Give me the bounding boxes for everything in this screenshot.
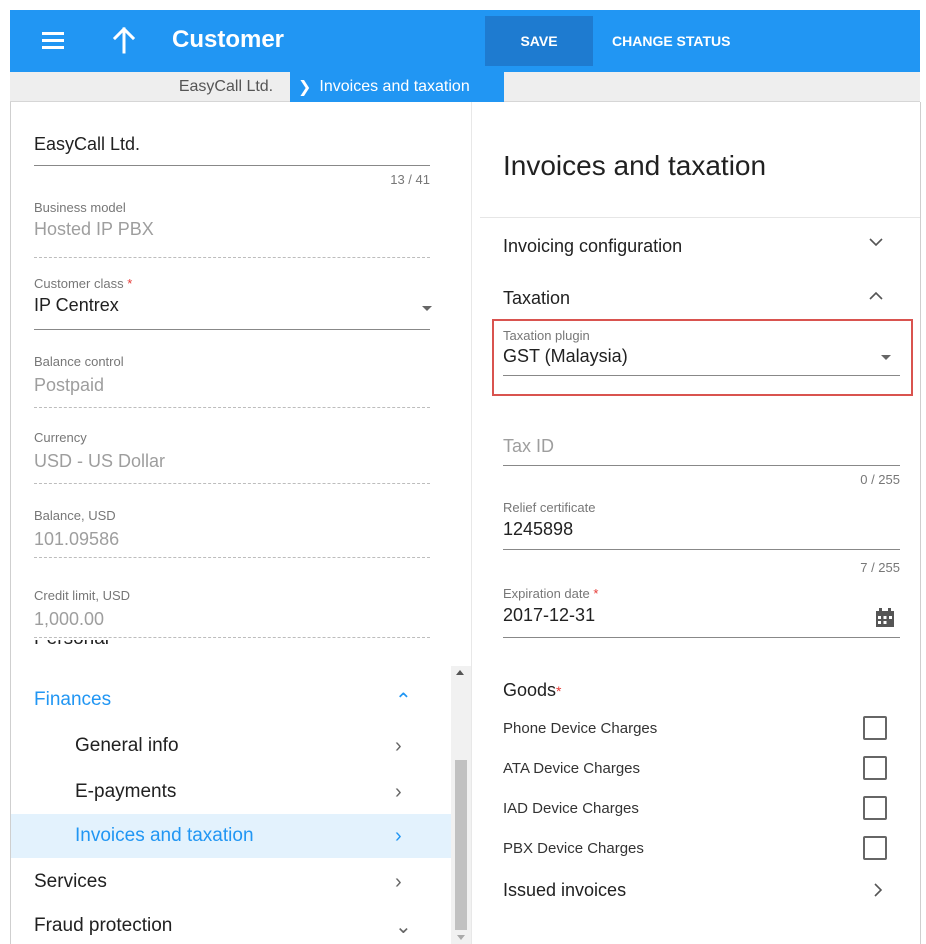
name-char-counter: 13 / 41 [390, 172, 430, 187]
balance-control-value: Postpaid [34, 375, 105, 395]
breadcrumb-current[interactable]: ❯ Invoices and taxation [290, 72, 504, 102]
chevron-right-icon: › [395, 870, 402, 893]
currency-value: USD - US Dollar [34, 451, 166, 471]
scroll-thumb[interactable] [455, 760, 467, 930]
breadcrumb: EasyCall Ltd. ❯ Invoices and taxation [10, 72, 920, 102]
nav-item-invoices-and-taxation[interactable]: Invoices and taxation › [11, 814, 451, 858]
section-title: Invoices and taxation [503, 150, 767, 181]
tax-id-placeholder: Tax ID [503, 436, 555, 456]
arrow-up-icon[interactable] [110, 24, 138, 56]
currency-label: Currency [34, 430, 87, 445]
business-model-value: Hosted IP PBX [34, 219, 154, 239]
nav-item-services-label: Services [34, 871, 107, 892]
page-title: Customer [172, 26, 285, 53]
nav-item-personal-label: Personal [34, 640, 109, 650]
required-asterisk: * [127, 276, 133, 291]
sidebar-nav: Finances ⌃ General info › E-payments › I… [11, 652, 451, 944]
customer-name-field[interactable]: EasyCall Ltd. [34, 134, 430, 166]
chevron-right-icon: › [395, 734, 402, 757]
nav-item-e-payments-label: E-payments [75, 781, 177, 802]
dropdown-arrow-icon [422, 306, 432, 311]
nav-scrollbar[interactable] [451, 666, 471, 944]
frame-border-right [920, 102, 921, 944]
change-status-button[interactable]: CHANGE STATUS [612, 16, 772, 66]
credit-limit-field: Credit limit, USD 1,000.00 [34, 588, 430, 638]
nav-item-general-info-label: General info [75, 735, 179, 756]
relief-certificate-counter: 7 / 255 [860, 560, 900, 575]
customer-name-value: EasyCall Ltd. [34, 134, 141, 154]
nav-item-fraud-protection[interactable]: Fraud protection ⌄ [11, 904, 451, 944]
top-app-bar: Customer SAVE CHANGE STATUS [10, 10, 920, 72]
checkbox[interactable] [863, 756, 887, 780]
taxation-plugin-value: GST (Malaysia) [503, 346, 628, 366]
checkbox[interactable] [863, 836, 887, 860]
chevron-right-icon: ❯ [298, 79, 312, 96]
goods-option-label: Phone Device Charges [503, 720, 658, 737]
balance-label: Balance, USD [34, 508, 116, 523]
divider [480, 217, 920, 218]
chevron-up-icon: ⌃ [395, 689, 412, 712]
customer-class-label: Customer class * [34, 276, 133, 291]
tax-id-counter: 0 / 255 [860, 472, 900, 487]
goods-label: Goods* [503, 680, 562, 700]
scroll-down-arrow-icon[interactable] [457, 935, 465, 940]
dropdown-arrow-icon [881, 355, 891, 360]
breadcrumb-root[interactable]: EasyCall Ltd. [162, 72, 290, 102]
goods-option-iad: IAD Device Charges [503, 796, 903, 822]
business-model-field: Business model Hosted IP PBX [34, 200, 430, 258]
customer-class-value: IP Centrex [34, 295, 119, 315]
save-button[interactable]: SAVE [485, 16, 593, 66]
checkbox[interactable] [863, 796, 887, 820]
chevron-up-icon[interactable] [868, 288, 884, 309]
balance-control-field: Balance control Postpaid [34, 354, 430, 408]
relief-certificate-input[interactable]: Relief certificate 1245898 [503, 500, 900, 550]
balance-control-label: Balance control [34, 354, 124, 369]
currency-field: Currency USD - US Dollar [34, 430, 430, 484]
expiration-date-value: 2017-12-31 [503, 605, 596, 625]
expiration-date-input[interactable]: Expiration date * 2017-12-31 [503, 586, 900, 638]
chevron-right-icon: › [395, 780, 402, 803]
menu-icon[interactable] [42, 30, 66, 52]
issued-invoices-link[interactable]: Issued invoices [503, 880, 626, 901]
required-asterisk: * [556, 683, 562, 699]
taxation-plugin-select[interactable]: Taxation plugin GST (Malaysia) [503, 328, 900, 376]
relief-certificate-value: 1245898 [503, 519, 574, 539]
balance-field: Balance, USD 101.09586 [34, 508, 430, 558]
nav-item-finances-label: Finances [34, 689, 112, 710]
nav-item-fraud-protection-label: Fraud protection [34, 915, 173, 936]
goods-option-label: ATA Device Charges [503, 760, 640, 777]
taxation-plugin-label: Taxation plugin [503, 328, 590, 343]
goods-option-ata: ATA Device Charges [503, 756, 903, 782]
chevron-right-icon: › [395, 824, 402, 847]
scroll-up-arrow-icon[interactable] [456, 670, 464, 675]
customer-class-select[interactable]: Customer class * IP Centrex [34, 276, 432, 330]
calendar-icon[interactable] [875, 608, 895, 633]
goods-option-label: PBX Device Charges [503, 840, 644, 857]
expiration-date-label: Expiration date * [503, 586, 599, 601]
checkbox[interactable] [863, 716, 887, 740]
required-asterisk: * [593, 586, 599, 601]
chevron-down-icon[interactable] [868, 234, 884, 255]
business-model-label: Business model [34, 200, 126, 215]
goods-option-phone: Phone Device Charges [503, 716, 903, 742]
nav-item-finances[interactable]: Finances ⌃ [11, 678, 451, 722]
goods-option-label: IAD Device Charges [503, 800, 639, 817]
goods-option-pbx: PBX Device Charges [503, 836, 903, 862]
invoicing-configuration-header[interactable]: Invoicing configuration [503, 236, 682, 257]
breadcrumb-current-label: Invoices and taxation [319, 78, 470, 95]
nav-item-services[interactable]: Services › [11, 860, 451, 904]
credit-limit-label: Credit limit, USD [34, 588, 131, 603]
tax-id-input[interactable]: Tax ID [503, 436, 900, 466]
nav-item-general-info[interactable]: General info › [11, 724, 451, 768]
nav-item-e-payments[interactable]: E-payments › [11, 770, 451, 814]
relief-certificate-label: Relief certificate [503, 500, 596, 515]
nav-item-invoices-label: Invoices and taxation [75, 825, 254, 846]
chevron-right-icon[interactable] [872, 881, 884, 904]
chevron-down-icon: ⌄ [395, 915, 412, 938]
credit-limit-value: 1,000.00 [34, 609, 105, 629]
taxation-header[interactable]: Taxation [503, 288, 570, 309]
balance-value: 101.09586 [34, 529, 120, 549]
